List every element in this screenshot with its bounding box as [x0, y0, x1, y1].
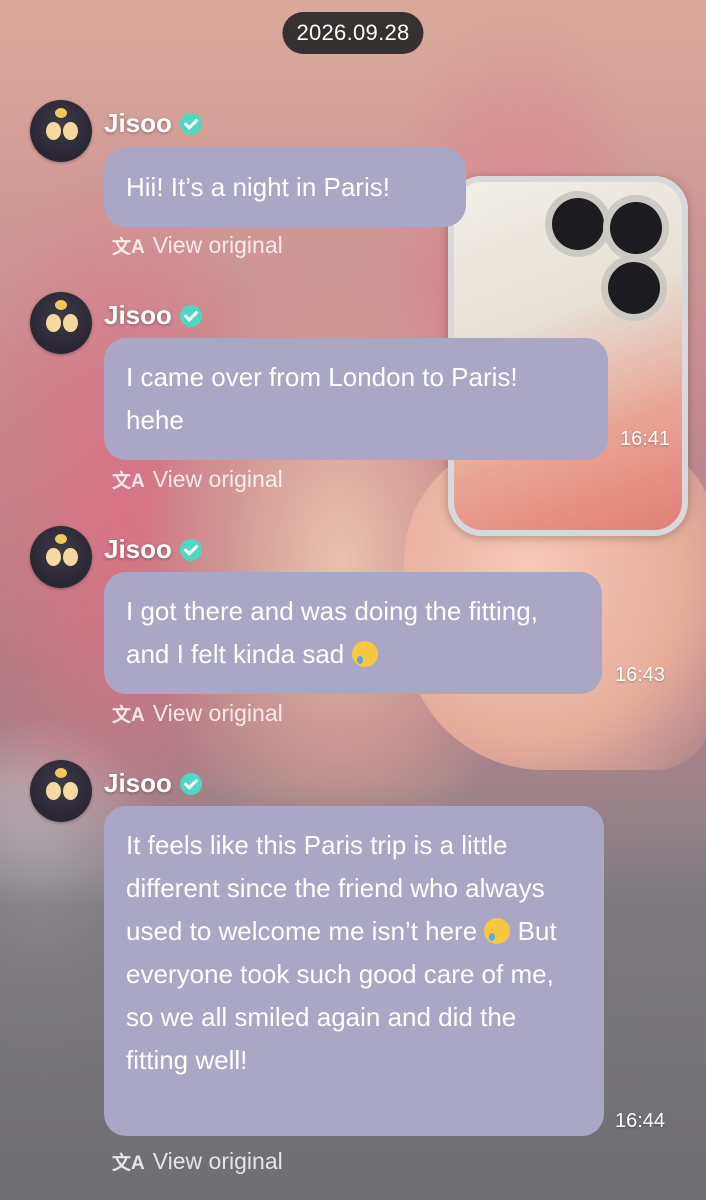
avatar[interactable]: [30, 292, 92, 354]
avatar-moon: [55, 300, 67, 310]
verified-check-icon: [179, 112, 202, 135]
message-bubble[interactable]: It feels like this Paris trip is a littl…: [104, 806, 604, 1136]
translate-icon: 文A: [112, 471, 145, 492]
view-original-label: View original: [152, 700, 283, 726]
sender-name: Jisoo: [104, 768, 172, 798]
view-original-label: View original: [152, 466, 283, 492]
avatar-eye: [63, 782, 78, 800]
message-time: 16:41: [620, 428, 671, 450]
translate-icon: 文A: [112, 705, 145, 726]
message-text: Hii! It’s a night in Paris!: [126, 172, 390, 202]
sender: Jisoo: [104, 300, 202, 331]
message-time: 16:43: [615, 664, 666, 686]
face-holding-back-tears-icon: [484, 918, 511, 944]
sender: Jisoo: [104, 768, 202, 799]
message-time: 16:44: [615, 1110, 666, 1132]
chat-screen: 2026.09.28 Jisoo Hii! It’s a night in Pa…: [0, 0, 706, 1200]
avatar-eye: [63, 122, 78, 140]
phone-camera: [608, 262, 660, 314]
sender-name: Jisoo: [104, 108, 172, 138]
date-separator: 2026.09.28: [282, 12, 424, 54]
message-bubble[interactable]: Hii! It’s a night in Paris!: [104, 148, 466, 227]
message-text: It feels like this Paris trip is a littl…: [126, 830, 545, 946]
view-original-label: View original: [152, 232, 283, 258]
avatar-eye: [46, 122, 61, 140]
view-original-link[interactable]: 文A View original: [112, 232, 283, 259]
phone-camera: [552, 198, 604, 250]
message-text: I got there and was doing the fitting, a…: [126, 596, 538, 669]
view-original-link[interactable]: 文A View original: [112, 700, 283, 727]
avatar-eye: [46, 314, 61, 332]
avatar-eye: [63, 314, 78, 332]
avatar-eye: [46, 548, 61, 566]
translate-icon: 文A: [112, 1153, 145, 1174]
view-original-link[interactable]: 文A View original: [112, 1148, 283, 1175]
verified-check-icon: [179, 772, 202, 795]
message-bubble[interactable]: I got there and was doing the fitting, a…: [104, 572, 602, 694]
verified-check-icon: [179, 304, 202, 327]
avatar-moon: [55, 108, 67, 118]
message-bubble[interactable]: I came over from London to Paris! hehe: [104, 338, 608, 460]
sender-name: Jisoo: [104, 300, 172, 330]
avatar-eye: [46, 782, 61, 800]
crying-face-icon: [351, 641, 378, 667]
phone-camera: [610, 202, 662, 254]
sender-name: Jisoo: [104, 534, 172, 564]
view-original-label: View original: [152, 1148, 283, 1174]
avatar-moon: [55, 768, 67, 778]
message-text: I came over from London to Paris! hehe: [126, 362, 518, 435]
verified-check-icon: [179, 538, 202, 561]
avatar-eye: [63, 548, 78, 566]
avatar[interactable]: [30, 760, 92, 822]
avatar[interactable]: [30, 526, 92, 588]
sender: Jisoo: [104, 108, 202, 139]
sender: Jisoo: [104, 534, 202, 565]
avatar[interactable]: [30, 100, 92, 162]
avatar-moon: [55, 534, 67, 544]
view-original-link[interactable]: 文A View original: [112, 466, 283, 493]
translate-icon: 文A: [112, 237, 145, 258]
